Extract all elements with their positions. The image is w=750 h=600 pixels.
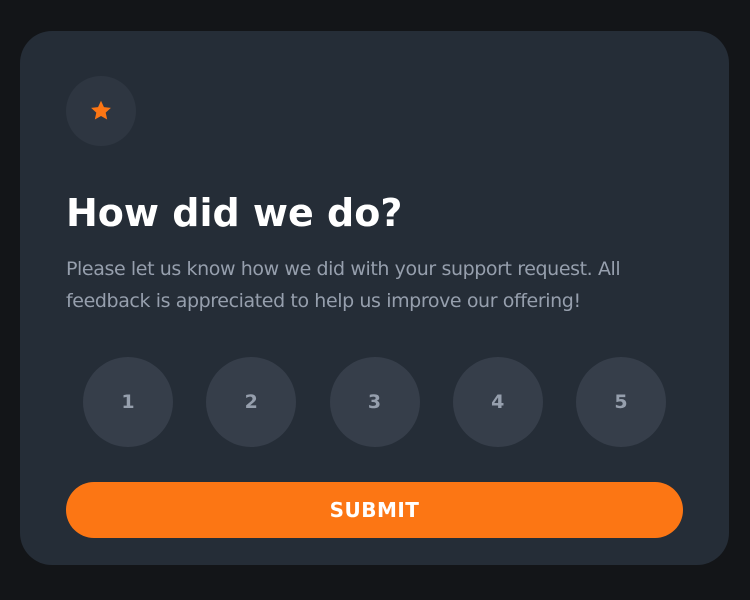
card-title: How did we do? — [66, 191, 403, 235]
rating-options: 1 2 3 4 5 — [83, 357, 666, 447]
submit-button[interactable]: SUBMIT — [66, 482, 683, 538]
rating-button-2[interactable]: 2 — [206, 357, 297, 447]
rating-button-1[interactable]: 1 — [83, 357, 173, 447]
star-icon — [89, 99, 113, 123]
star-badge — [66, 76, 136, 146]
rating-button-4[interactable]: 4 — [452, 357, 543, 447]
rating-button-5[interactable]: 5 — [576, 357, 666, 447]
card-description: Please let us know how we did with your … — [66, 258, 621, 312]
rating-card: How did we do? Please let us know how we… — [20, 31, 729, 565]
rating-button-3[interactable]: 3 — [329, 357, 420, 447]
